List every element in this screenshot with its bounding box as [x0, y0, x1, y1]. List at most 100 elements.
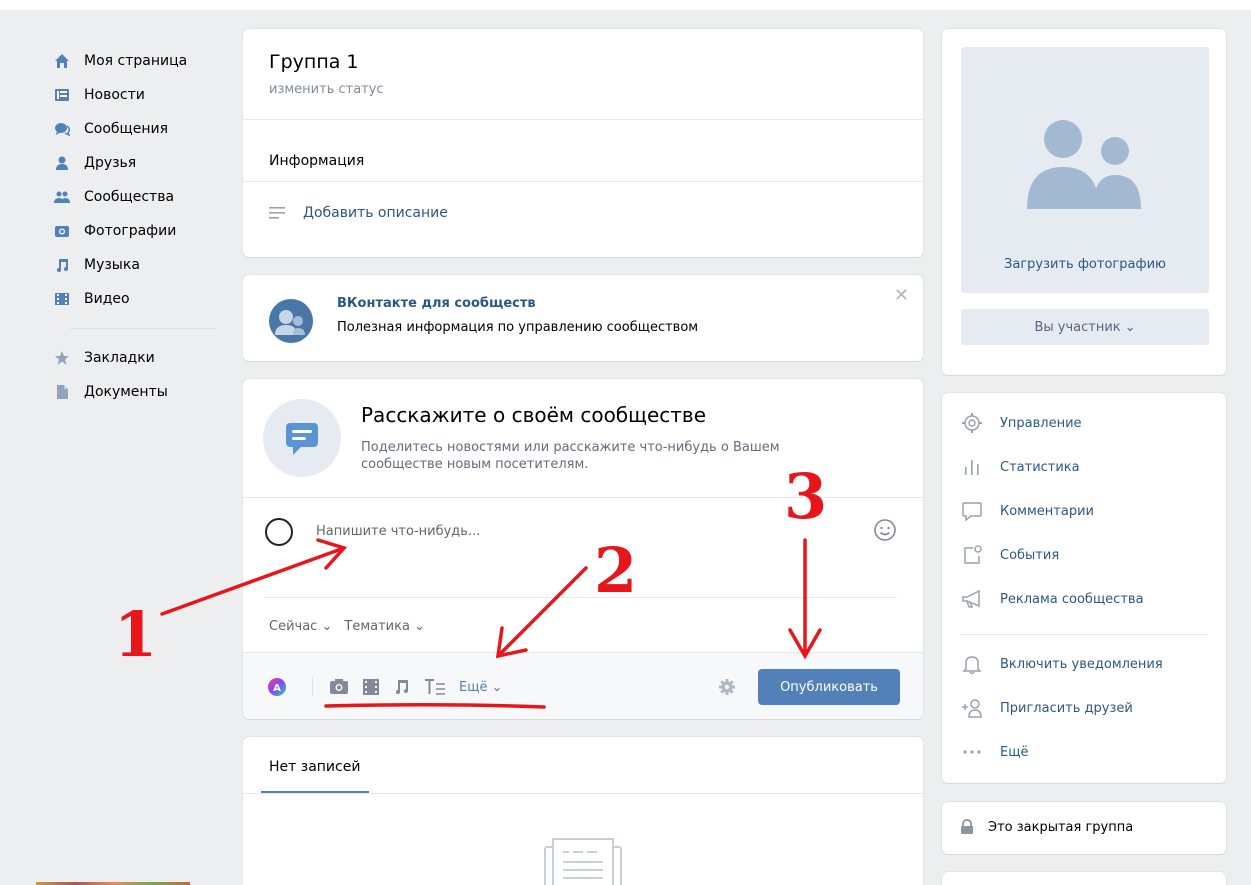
avatar — [265, 518, 293, 546]
toolbar-separator — [312, 677, 313, 697]
nav-item-label: Моя страница — [84, 53, 188, 69]
nav-item-label: Друзья — [84, 155, 137, 171]
active-tab-underline — [261, 791, 369, 793]
nav-item-label: Новости — [84, 87, 145, 103]
action-label: Управление — [1000, 415, 1082, 431]
group-photo-card: Загрузить фотографию Вы участник ⌄ — [942, 29, 1226, 375]
action-label: Реклама сообщества — [1000, 591, 1144, 607]
action-label: Статистика — [1000, 459, 1080, 475]
nav-separator — [70, 328, 216, 329]
time-option[interactable]: Сейчас ⌄ — [269, 619, 332, 634]
action-label: События — [1000, 547, 1060, 563]
events-icon — [960, 543, 984, 567]
action-invite-friends[interactable]: Пригласить друзей — [960, 696, 1133, 720]
group-placeholder-icon — [1027, 120, 1141, 209]
tab-no-posts[interactable]: Нет записей — [269, 759, 360, 775]
add-description-label: Добавить описание — [303, 205, 448, 221]
action-statistics[interactable]: Статистика — [960, 455, 1080, 479]
divider — [960, 634, 1208, 635]
smile-icon[interactable] — [873, 518, 897, 542]
nav-item-video[interactable]: Видео — [54, 282, 218, 316]
community-logo-icon — [269, 299, 313, 343]
upload-photo-area[interactable]: Загрузить фотографию — [961, 47, 1209, 293]
document-icon — [54, 384, 70, 400]
gear-icon — [960, 411, 984, 435]
bell-icon — [960, 652, 984, 676]
action-more[interactable]: Ещё — [960, 740, 1028, 764]
photos-icon — [54, 223, 70, 239]
chevron-down-icon: ⌄ — [491, 679, 503, 695]
divider — [265, 597, 897, 598]
nav-item-bookmarks[interactable]: Закладки — [54, 341, 218, 375]
post-input[interactable]: Напишите что-нибудь... — [316, 524, 480, 539]
artist-icon[interactable]: A — [267, 677, 287, 697]
nav-item-label: Сообщества — [84, 189, 175, 205]
chevron-down-icon: ⌄ — [414, 619, 425, 634]
nav-item-friends[interactable]: Друзья — [54, 146, 218, 180]
action-manage[interactable]: Управление — [960, 411, 1082, 435]
music-icon[interactable] — [391, 677, 411, 697]
closed-group-card: Это закрытая группа — [942, 802, 1226, 854]
wall-feed: Нет записей — [243, 737, 923, 885]
action-advertising[interactable]: Реклама сообщества — [960, 587, 1144, 611]
closed-group-label: Это закрытая группа — [988, 819, 1134, 835]
add-description-link[interactable]: Добавить описание — [269, 205, 448, 221]
community-actions: Управление Статистика Комментарии Событи… — [942, 393, 1226, 783]
nav-item-documents[interactable]: Документы — [54, 375, 218, 409]
home-icon — [54, 53, 70, 69]
add-user-icon — [960, 696, 984, 720]
close-icon[interactable]: ✕ — [894, 285, 909, 306]
photo-icon[interactable] — [329, 677, 349, 697]
publish-button[interactable]: Опубликовать — [758, 669, 900, 705]
more-icon — [960, 740, 984, 764]
divider — [243, 181, 923, 182]
music-icon — [54, 257, 70, 273]
action-enable-notifications[interactable]: Включить уведомления — [960, 652, 1163, 676]
nav-item-label: Закладки — [84, 350, 155, 366]
promo-title[interactable]: ВКонтакте для сообществ — [337, 296, 536, 311]
action-label: Комментарии — [1000, 503, 1094, 519]
action-comments[interactable]: Комментарии — [960, 499, 1094, 523]
star-icon — [54, 350, 70, 366]
nav-item-communities[interactable]: Сообщества — [54, 180, 218, 214]
video-icon[interactable] — [361, 677, 381, 697]
comment-icon — [960, 499, 984, 523]
news-icon — [54, 87, 70, 103]
text-format-icon[interactable] — [424, 677, 446, 697]
page-background: Моя страница Новости Сообщения Друзья Со… — [0, 10, 1251, 885]
chevron-down-icon: ⌄ — [1124, 319, 1136, 335]
action-events[interactable]: События — [960, 543, 1059, 567]
composer-toolbar: A Ещё ⌄ Опубликовать — [243, 652, 923, 719]
composer-description: Поделитесь новостями или расскажите что-… — [361, 440, 780, 472]
lock-icon — [960, 819, 974, 835]
upload-photo-label: Загрузить фотографию — [1004, 257, 1166, 272]
settings-gear-icon[interactable] — [717, 677, 737, 697]
closed-group-row: Это закрытая группа — [960, 819, 1133, 835]
time-option-label: Сейчас — [269, 619, 318, 634]
nav-item-label: Сообщения — [84, 121, 169, 137]
nav-item-messages[interactable]: Сообщения — [54, 112, 218, 146]
action-label: Ещё — [1000, 744, 1029, 760]
empty-posts-icon — [543, 837, 623, 885]
next-card-partial — [942, 872, 1226, 885]
group-header-card: Группа 1 изменить статус Информация Доба… — [243, 29, 923, 257]
nav-item-photos[interactable]: Фотографии — [54, 214, 218, 248]
action-label: Включить уведомления — [1000, 656, 1163, 672]
nav-item-label: Фотографии — [84, 223, 177, 239]
left-nav: Моя страница Новости Сообщения Друзья Со… — [54, 44, 218, 409]
nav-item-label: Документы — [84, 384, 168, 400]
divider — [243, 497, 923, 498]
composer-title: Расскажите о своём сообществе — [361, 403, 707, 427]
chat-bubble-icon — [263, 399, 341, 477]
nav-item-music[interactable]: Музыка — [54, 248, 218, 282]
chevron-down-icon: ⌄ — [321, 619, 333, 634]
topic-option[interactable]: Тематика ⌄ — [344, 619, 425, 634]
nav-item-news[interactable]: Новости — [54, 78, 218, 112]
more-attachments-button[interactable]: Ещё ⌄ — [459, 677, 502, 697]
svg-text:A: A — [273, 683, 281, 694]
change-status-link[interactable]: изменить статус — [269, 82, 384, 97]
nav-item-my-page[interactable]: Моя страница — [54, 44, 218, 78]
vk-communities-promo: ВКонтакте для сообществ Полезная информа… — [243, 275, 923, 361]
member-status-button[interactable]: Вы участник ⌄ — [961, 309, 1209, 345]
stats-icon — [960, 455, 984, 479]
